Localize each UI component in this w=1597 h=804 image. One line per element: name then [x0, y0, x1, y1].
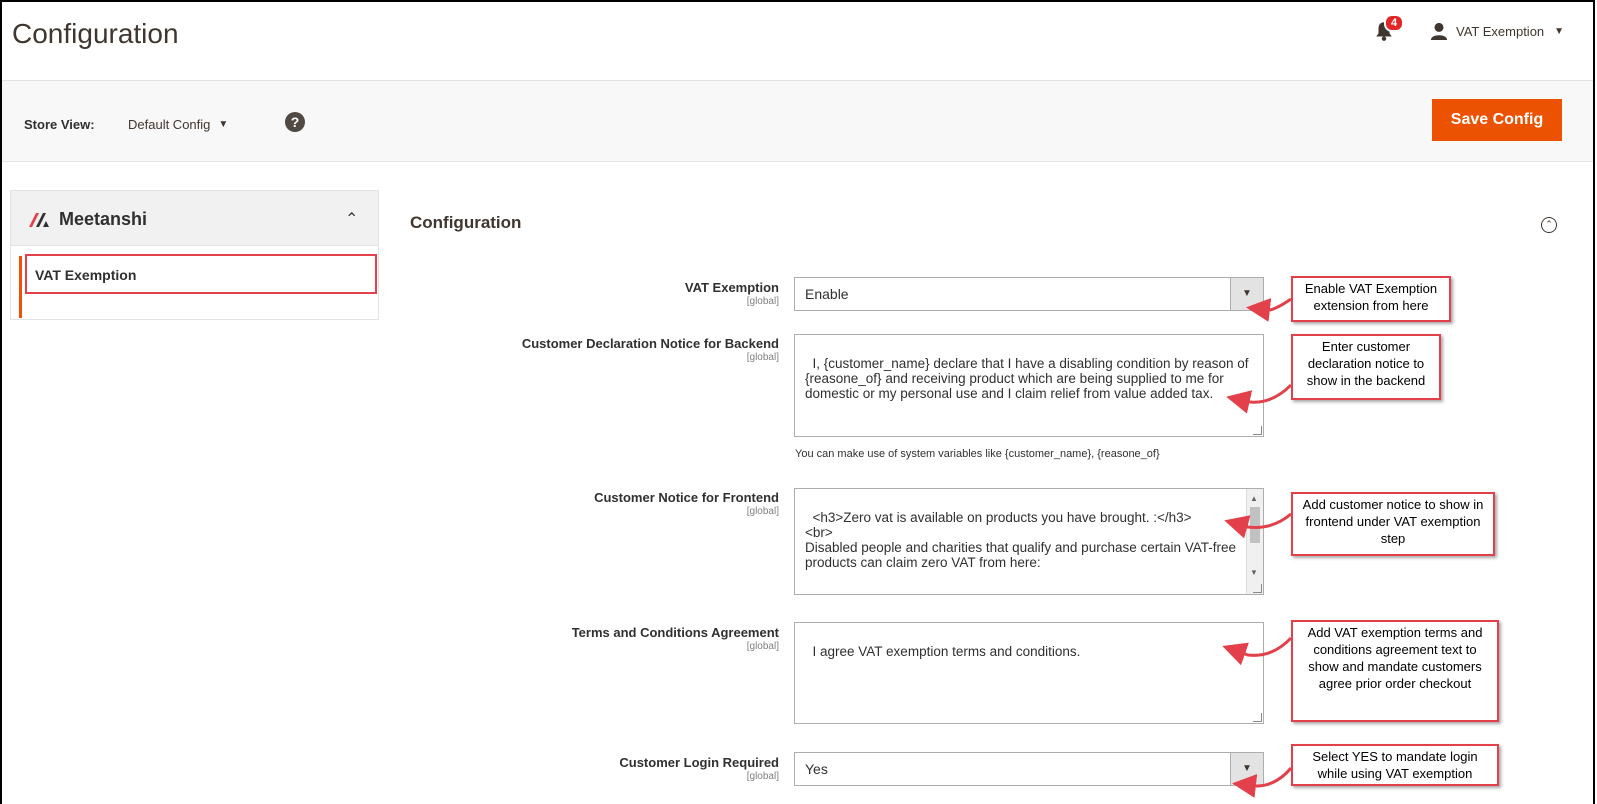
- textarea-value: <h3>Zero vat is available on products yo…: [805, 510, 1237, 570]
- store-view-value: Default Config: [128, 117, 211, 132]
- textarea-value: I agree VAT exemption terms and conditio…: [812, 644, 1081, 659]
- field-scope: [global]: [746, 771, 779, 782]
- chevron-up-icon[interactable]: ⌃: [345, 209, 358, 229]
- sidebar-group-body: VAT Exemption: [10, 246, 379, 320]
- chevron-down-icon[interactable]: ▼: [1230, 753, 1263, 785]
- sidebar-group-header[interactable]: Meetanshi ⌃: [10, 190, 379, 246]
- terms-textarea[interactable]: I agree VAT exemption terms and conditio…: [794, 622, 1264, 724]
- frontend-notice-textarea[interactable]: <h3>Zero vat is available on products yo…: [794, 488, 1264, 595]
- select-value: Enable: [805, 286, 849, 302]
- field-label-text: Customer Notice for Frontend: [594, 490, 779, 505]
- callout-enable: Enable VAT Exemption extension from here: [1291, 276, 1451, 322]
- section-title[interactable]: Configuration: [410, 213, 521, 233]
- scroll-up-icon[interactable]: ▲: [1250, 491, 1258, 506]
- scroll-down-icon[interactable]: ▼: [1250, 565, 1258, 580]
- callout-terms: Add VAT exemption terms and conditions a…: [1291, 620, 1499, 722]
- config-sidebar: Meetanshi ⌃ VAT Exemption: [10, 190, 379, 330]
- field-label-text: Customer Declaration Notice for Backend: [521, 336, 779, 351]
- resize-handle[interactable]: [1253, 713, 1262, 722]
- page-title: Configuration: [12, 18, 179, 49]
- field-scope: [global]: [746, 506, 779, 517]
- select-value: Yes: [805, 761, 828, 777]
- field-label-text: Customer Login Required: [619, 755, 779, 770]
- chevron-down-icon: ▼: [218, 119, 229, 130]
- help-icon[interactable]: ?: [285, 112, 305, 132]
- backend-notice-textarea[interactable]: I, {customer_name} declare that I have a…: [794, 334, 1264, 437]
- sidebar-active-indicator: [19, 256, 22, 318]
- chevron-down-icon: ▼: [1554, 25, 1565, 37]
- field-scope: [global]: [746, 296, 779, 307]
- field-label-frontend-notice: Customer Notice for Frontend [global]: [594, 490, 779, 517]
- sidebar-item-vat-exemption[interactable]: VAT Exemption: [25, 254, 377, 294]
- scrollbar[interactable]: ▲ ▼: [1246, 489, 1263, 594]
- collapse-icon[interactable]: ⌃: [1541, 217, 1557, 233]
- resize-handle[interactable]: [1253, 584, 1262, 593]
- login-required-select[interactable]: Yes ▼: [794, 752, 1264, 786]
- scrollbar-thumb[interactable]: [1250, 507, 1260, 543]
- field-label-terms: Terms and Conditions Agreement [global]: [572, 625, 779, 652]
- meetanshi-logo-icon: [29, 212, 49, 227]
- user-icon: [1430, 22, 1448, 40]
- textarea-value: I, {customer_name} declare that I have a…: [805, 356, 1253, 401]
- field-note: You can make use of system variables lik…: [795, 448, 1160, 460]
- field-scope: [global]: [746, 352, 779, 363]
- callout-backend-notice: Enter customer declaration notice to sho…: [1291, 334, 1441, 400]
- page-header: Configuration: [2, 2, 1595, 80]
- field-label-vat-exemption: VAT Exemption [global]: [685, 280, 779, 307]
- meetanshi-logo: Meetanshi: [29, 209, 147, 230]
- chevron-down-icon[interactable]: ▼: [1230, 278, 1263, 310]
- field-label-login-required: Customer Login Required [global]: [619, 755, 779, 782]
- store-view-label: Store View:: [24, 117, 95, 132]
- store-view-toolbar: Store View: Default Config ▼ ? Save Conf…: [2, 80, 1595, 162]
- callout-login: Select YES to mandate login while using …: [1291, 744, 1499, 786]
- notification-badge[interactable]: 4: [1384, 14, 1405, 32]
- save-config-button[interactable]: Save Config: [1432, 99, 1562, 141]
- field-label-backend-notice: Customer Declaration Notice for Backend …: [522, 336, 779, 363]
- field-label-text: Terms and Conditions Agreement: [571, 625, 779, 640]
- store-view-switcher[interactable]: Default Config ▼: [128, 117, 228, 132]
- vat-exemption-select[interactable]: Enable ▼: [794, 277, 1264, 311]
- sidebar-group-label: Meetanshi: [59, 209, 148, 229]
- user-name: VAT Exemption: [1456, 23, 1545, 39]
- resize-handle[interactable]: [1253, 426, 1262, 435]
- field-label-text: VAT Exemption: [684, 280, 779, 295]
- user-menu[interactable]: VAT Exemption ▼: [1430, 22, 1564, 40]
- callout-frontend-notice: Add customer notice to show in frontend …: [1291, 492, 1495, 556]
- field-scope: [global]: [746, 641, 779, 652]
